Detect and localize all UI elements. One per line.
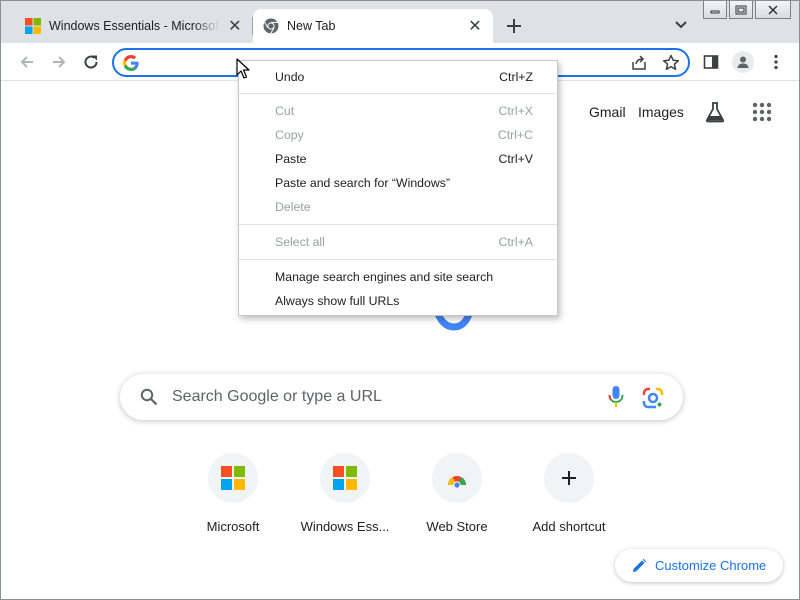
tab-new-tab[interactable]: New Tab ✕: [253, 9, 493, 43]
plus-icon: [562, 471, 576, 485]
tab-title: Windows Essentials - Microsoft Store: [49, 19, 219, 33]
tab-strip: Windows Essentials - Microsoft Store ✕ N…: [1, 1, 799, 43]
close-tab-icon[interactable]: ✕: [227, 16, 243, 36]
shortcut-tile: [432, 453, 482, 503]
menu-item-label: Cut: [275, 104, 295, 118]
menu-separator: [239, 259, 557, 260]
back-arrow-icon: [20, 56, 33, 68]
menu-item-always-show-full-urls[interactable]: Always show full URLs: [239, 289, 557, 313]
tab-search-chevron-icon[interactable]: [671, 15, 691, 35]
mouse-cursor-icon: [236, 58, 250, 79]
shortcut-tile: [544, 453, 594, 503]
new-tab-button[interactable]: [501, 13, 527, 39]
minimize-icon: [710, 10, 720, 13]
menu-item-label: Paste: [275, 152, 307, 166]
side-panel-button[interactable]: [701, 52, 721, 72]
google-apps-grid-icon[interactable]: [752, 102, 772, 122]
customize-chrome-button[interactable]: Customize Chrome: [615, 549, 783, 582]
shortcut-tile: [208, 453, 258, 503]
shortcut-web-store[interactable]: Web Store: [401, 451, 513, 541]
shortcut-microsoft[interactable]: Microsoft: [177, 451, 289, 541]
tab-title: New Tab: [287, 19, 336, 33]
menu-item-label: Copy: [275, 128, 304, 142]
tab-windows-essentials[interactable]: Windows Essentials - Microsoft Store ✕: [15, 9, 251, 43]
menu-item-paste-and-search[interactable]: Paste and search for “Windows”: [239, 171, 557, 195]
menu-item-shortcut: Ctrl+X: [498, 104, 533, 118]
minimize-button[interactable]: [703, 1, 727, 19]
window-controls: [703, 1, 791, 19]
menu-item-shortcut: Ctrl+Z: [499, 70, 533, 84]
side-panel-icon: [703, 55, 719, 69]
shortcut-label: Web Store: [426, 519, 488, 534]
microsoft-logo-icon: [25, 18, 41, 34]
images-link[interactable]: Images: [638, 104, 684, 120]
close-tab-icon[interactable]: ✕: [465, 16, 485, 36]
shortcut-tile: [320, 453, 370, 503]
search-icon: [140, 388, 158, 406]
menu-item-label: Manage search engines and site search: [275, 270, 494, 284]
pencil-icon: [633, 558, 647, 572]
menu-item-undo[interactable]: Undo Ctrl+Z: [239, 65, 557, 89]
web-store-icon: [448, 476, 466, 489]
labs-flask-icon[interactable]: [704, 101, 726, 123]
profile-button[interactable]: [732, 51, 754, 73]
profile-avatar-icon: [737, 56, 749, 68]
close-icon: [768, 4, 778, 15]
ntp-search-input[interactable]: [172, 386, 572, 408]
close-window-button[interactable]: [755, 1, 791, 19]
plus-icon: [507, 19, 521, 33]
menu-item-shortcut: Ctrl+A: [498, 235, 533, 249]
menu-item-shortcut: Ctrl+C: [497, 128, 533, 142]
shortcut-windows-essentials[interactable]: Windows Ess...: [289, 451, 401, 541]
google-g-icon: [123, 55, 139, 71]
shortcut-add[interactable]: Add shortcut: [513, 451, 625, 541]
context-menu: Undo Ctrl+Z Cut Ctrl+X Copy Ctrl+C Paste…: [238, 60, 558, 316]
menu-item-shortcut: Ctrl+V: [498, 152, 533, 166]
gmail-link[interactable]: Gmail: [589, 104, 626, 120]
customize-chrome-label: Customize Chrome: [655, 558, 767, 573]
forward-arrow-icon: [53, 56, 66, 68]
chrome-icon: [263, 18, 279, 34]
share-icon[interactable]: [630, 54, 648, 72]
microsoft-logo-icon: [333, 466, 357, 490]
menu-item-delete[interactable]: Delete: [239, 195, 557, 219]
ntp-search-box[interactable]: [120, 374, 683, 420]
menu-item-label: Select all: [275, 235, 325, 249]
shortcut-label: Add shortcut: [532, 519, 606, 534]
voice-search-mic-icon[interactable]: [607, 385, 625, 409]
back-button[interactable]: [15, 50, 39, 74]
menu-item-label: Undo: [275, 70, 305, 84]
menu-item-label: Delete: [275, 200, 311, 214]
microsoft-logo-icon: [221, 466, 245, 490]
menu-separator: [239, 224, 557, 225]
browser-window: Windows Essentials - Microsoft Store ✕ N…: [0, 0, 800, 600]
menu-item-paste[interactable]: Paste Ctrl+V: [239, 147, 557, 171]
menu-item-label: Paste and search for “Windows”: [275, 176, 450, 190]
shortcut-label: Microsoft: [206, 519, 260, 534]
maximize-button[interactable]: [729, 1, 753, 19]
bookmark-star-icon[interactable]: [662, 54, 680, 72]
menu-item-cut[interactable]: Cut Ctrl+X: [239, 99, 557, 123]
forward-button[interactable]: [47, 50, 71, 74]
menu-button[interactable]: [766, 52, 786, 72]
menu-item-copy[interactable]: Copy Ctrl+C: [239, 123, 557, 147]
reload-icon: [84, 55, 98, 69]
menu-separator: [239, 93, 557, 94]
restore-icon: [735, 5, 747, 14]
reload-button[interactable]: [79, 50, 103, 74]
menu-item-manage-search-engines[interactable]: Manage search engines and site search: [239, 265, 557, 289]
menu-item-label: Always show full URLs: [275, 294, 400, 308]
shortcut-label: Windows Ess...: [300, 519, 390, 534]
three-dot-menu-icon: [774, 54, 778, 70]
menu-item-select-all[interactable]: Select all Ctrl+A: [239, 230, 557, 254]
google-lens-icon[interactable]: [642, 387, 664, 409]
